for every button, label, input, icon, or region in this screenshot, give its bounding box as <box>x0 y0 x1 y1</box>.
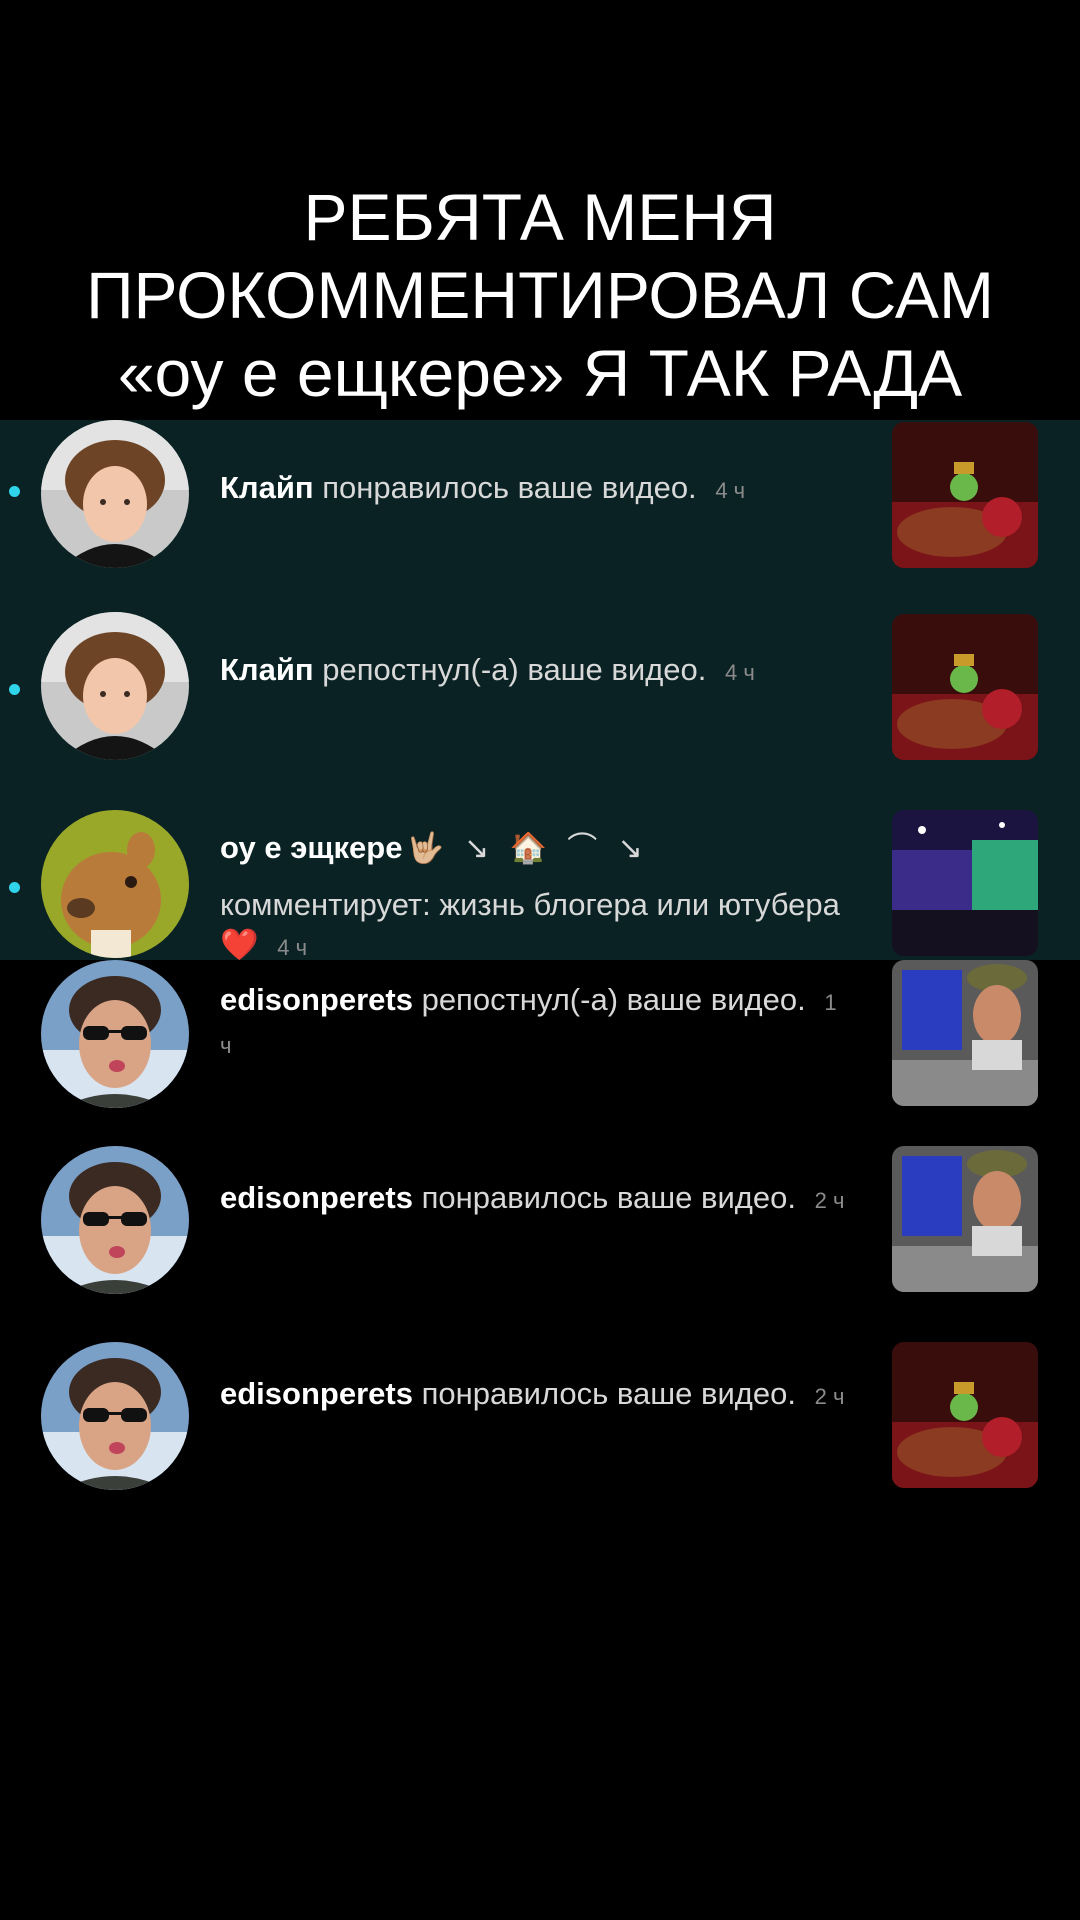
meme-caption: РЕБЯТА МЕНЯ ПРОКОММЕНТИРОВАЛ САМ «оу е е… <box>0 178 1080 412</box>
username[interactable]: оу е эщкере <box>220 830 402 865</box>
notification-time: 4 ч <box>277 935 308 960</box>
username[interactable]: edisonperets <box>220 1180 413 1215</box>
sunglasses-man-avatar[interactable] <box>41 1342 189 1490</box>
notification-text: edisonperets понравилось ваше видео. 2 ч <box>220 1374 850 1417</box>
red-game-thumbnail[interactable] <box>892 614 1038 760</box>
red-game-thumbnail[interactable] <box>892 422 1038 568</box>
notification-row[interactable]: оу е эщкере 🤟🏼 ↘ 🏠 ⌒ ↘ комментирует: жизн… <box>0 810 1080 960</box>
notification-row[interactable]: edisonperets понравилось ваше видео. 2 ч <box>0 1342 1080 1502</box>
notification-text: edisonperets репостнул(-а) ваше видео. 1… <box>220 980 850 1066</box>
streamer-thumbnail[interactable] <box>892 1146 1038 1292</box>
streamer-thumbnail[interactable] <box>892 960 1038 1106</box>
notification-action: понравилось ваше видео. <box>421 1180 796 1215</box>
notification-row[interactable]: Клайп репостнул(-а) ваше видео. 4 ч <box>0 612 1080 772</box>
red-game-thumbnail[interactable] <box>892 1342 1038 1488</box>
notification-time: 2 ч <box>814 1384 845 1409</box>
curly-hair-boy-avatar[interactable] <box>41 420 189 568</box>
notification-text: edisonperets понравилось ваше видео. 2 ч <box>220 1178 850 1221</box>
unread-dot <box>9 684 20 695</box>
notification-time: 4 ч <box>725 660 755 685</box>
notification-text: Клайп репостнул(-а) ваше видео. 4 ч <box>220 650 850 693</box>
username[interactable]: edisonperets <box>220 982 413 1017</box>
notification-time: 2 ч <box>814 1188 845 1213</box>
notification-row[interactable]: edisonperets понравилось ваше видео. 2 ч <box>0 1146 1080 1306</box>
notification-action: понравилось ваше видео. <box>322 470 697 505</box>
notification-action: репостнул(-а) ваше видео. <box>421 982 806 1017</box>
username-emoji: 🤟🏼 ↘ 🏠 ⌒ ↘ <box>406 832 649 865</box>
username[interactable]: Клайп <box>220 652 314 687</box>
sunglasses-man-avatar[interactable] <box>41 1146 189 1294</box>
sunglasses-man-avatar[interactable] <box>41 960 189 1108</box>
notification-text: Клайп понравилось ваше видео. 4 ч <box>220 468 850 511</box>
notification-text: оу е эщкере 🤟🏼 ↘ 🏠 ⌒ ↘ комментирует: жизн… <box>220 828 850 960</box>
unread-dot <box>9 486 20 497</box>
notification-action: репостнул(-а) ваше видео. <box>322 652 707 687</box>
notification-action: понравилось ваше видео. <box>421 1376 796 1411</box>
username[interactable]: Клайп <box>220 470 314 505</box>
curly-hair-boy-avatar[interactable] <box>41 612 189 760</box>
notification-row[interactable]: edisonperets репостнул(-а) ваше видео. 1… <box>0 960 1080 1120</box>
capybara-avatar[interactable] <box>41 810 189 958</box>
notification-time: 4 ч <box>715 478 746 503</box>
unread-dot <box>9 882 20 893</box>
notification-action: комментирует: жизнь блогера или ютубера … <box>220 887 840 960</box>
caption-line-1: РЕБЯТА МЕНЯ <box>303 180 777 254</box>
night-game-thumbnail[interactable] <box>892 810 1038 956</box>
caption-line-3: «оу е ещкере» Я ТАК РАДА <box>117 336 963 410</box>
username[interactable]: edisonperets <box>220 1376 413 1411</box>
caption-line-2: ПРОКОММЕНТИРОВАЛ САМ <box>86 258 994 332</box>
notification-row[interactable]: Клайп понравилось ваше видео. 4 ч <box>0 420 1080 580</box>
